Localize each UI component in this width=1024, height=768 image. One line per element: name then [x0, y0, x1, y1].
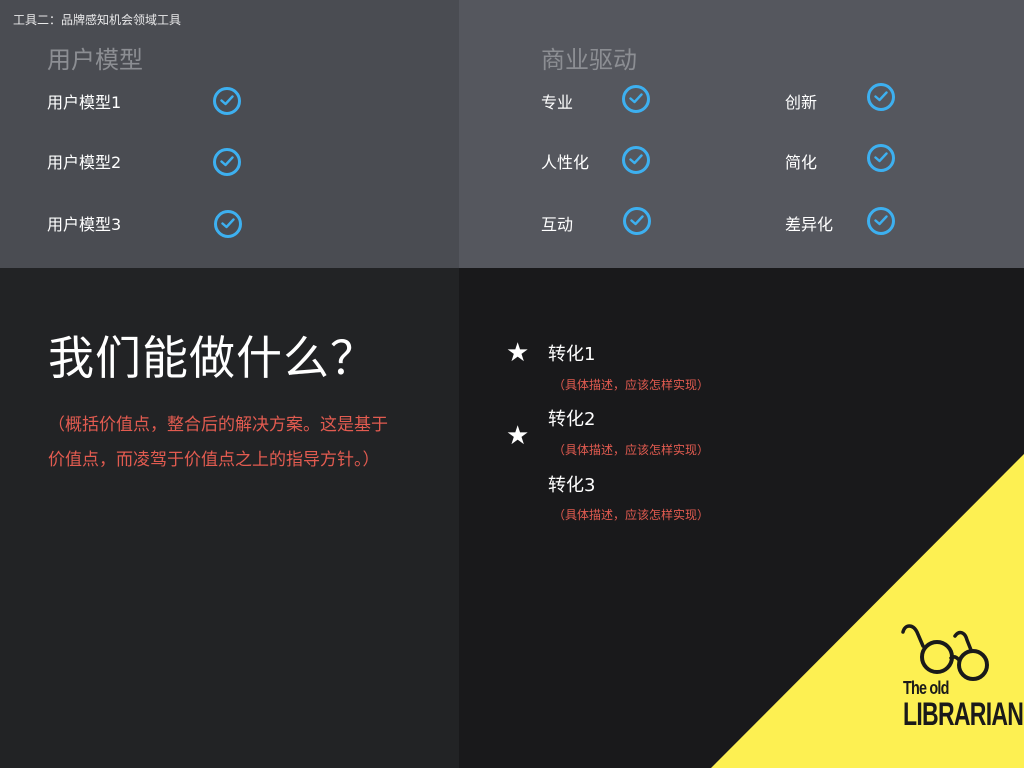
check-circle-icon [213, 148, 241, 176]
logo-text-line2: LIBRARIAN [903, 696, 1024, 732]
user-model-item: 用户模型3 [47, 215, 122, 234]
conversion-title: 转化3 [548, 475, 596, 496]
conversion-description: （具体描述，应该怎样实现） [553, 378, 710, 392]
conversion-title: 转化1 [548, 344, 596, 365]
user-model-item: 用户模型2 [47, 153, 122, 172]
business-driver-item: 人性化 [541, 153, 590, 172]
page-label: 工具二：品牌感知机会领域工具 [13, 13, 182, 27]
business-driver-item: 互动 [541, 215, 574, 234]
conversion-title: 转化2 [548, 409, 596, 430]
user-models-title: 用户模型 [47, 46, 143, 74]
business-driver-item: 专业 [541, 93, 574, 112]
glasses-icon [901, 624, 989, 681]
business-driver-item: 创新 [785, 93, 818, 112]
business-driver-item: 简化 [785, 153, 818, 172]
conversion-description: （具体描述，应该怎样实现） [553, 443, 710, 457]
old-librarian-logo: The old LIBRARIAN [897, 622, 1024, 742]
check-circle-icon [622, 146, 650, 174]
check-circle-icon [622, 85, 650, 113]
business-driver-item: 差异化 [785, 215, 834, 234]
check-circle-icon [213, 87, 241, 115]
star-icon: ★ [506, 338, 530, 368]
conversion-description: （具体描述，应该怎样实现） [553, 508, 710, 522]
what-we-do-description: （概括价值点，整合后的解决方案。这是基于价值点，而凌驾于价值点之上的指导方针。） [48, 415, 388, 470]
check-circle-icon [867, 144, 895, 172]
check-circle-icon [214, 210, 242, 238]
star-icon: ★ [506, 421, 530, 451]
what-we-do-heading: 我们能做什么？ [48, 331, 377, 385]
user-model-item: 用户模型1 [47, 93, 122, 112]
check-circle-icon [623, 207, 651, 235]
business-drivers-title: 商业驱动 [541, 46, 637, 74]
check-circle-icon [867, 207, 895, 235]
check-circle-icon [867, 83, 895, 111]
